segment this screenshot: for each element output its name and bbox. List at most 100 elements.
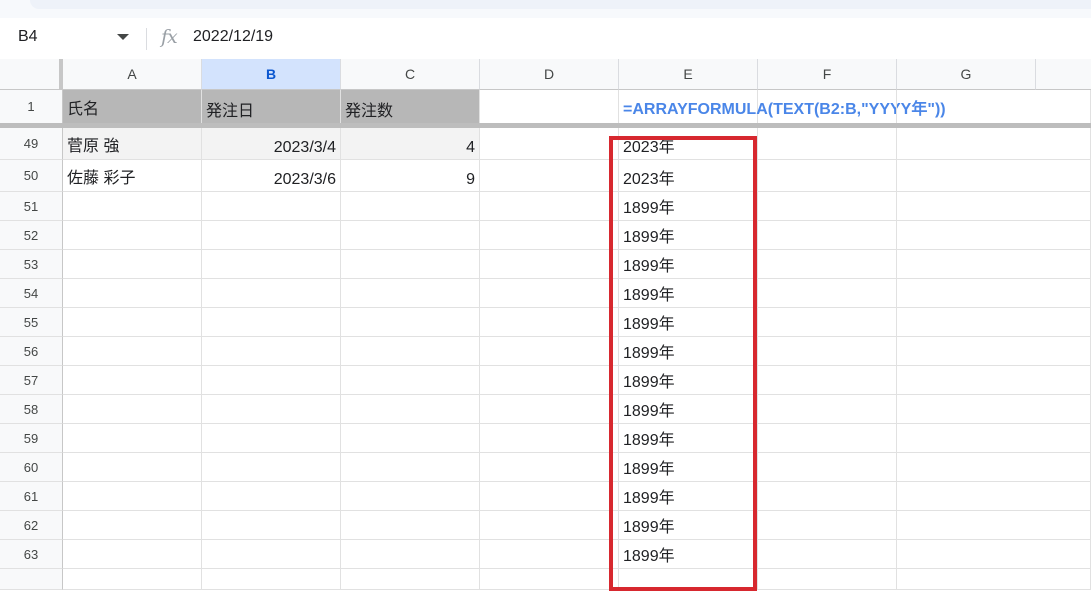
- cell-f[interactable]: [758, 221, 897, 250]
- cell-d[interactable]: [480, 453, 619, 482]
- row-header[interactable]: 55: [0, 308, 63, 337]
- cell-b[interactable]: 2023/3/4: [202, 128, 341, 160]
- cell-a[interactable]: 菅原 強: [63, 128, 202, 160]
- cell-partial[interactable]: [758, 569, 897, 590]
- row-header[interactable]: 61: [0, 482, 63, 511]
- cell-g[interactable]: [897, 540, 1091, 569]
- header-cell-f[interactable]: [758, 90, 897, 124]
- column-header-a[interactable]: A: [63, 59, 202, 90]
- row-header[interactable]: 58: [0, 395, 63, 424]
- row-header[interactable]: 59: [0, 424, 63, 453]
- cell-c[interactable]: [341, 250, 480, 279]
- column-header-d[interactable]: D: [480, 59, 619, 90]
- column-header-g[interactable]: G: [897, 59, 1036, 90]
- column-header-overflow[interactable]: [1036, 59, 1091, 90]
- name-box[interactable]: B4: [18, 28, 38, 46]
- row-header[interactable]: 51: [0, 192, 63, 221]
- cell-c[interactable]: [341, 453, 480, 482]
- cell-a[interactable]: [63, 192, 202, 221]
- cell-a[interactable]: [63, 337, 202, 366]
- header-cell-b[interactable]: 発注日: [202, 90, 341, 124]
- cell-f[interactable]: [758, 308, 897, 337]
- cell-g[interactable]: [897, 160, 1091, 192]
- cell-b[interactable]: [202, 221, 341, 250]
- cell-a[interactable]: [63, 221, 202, 250]
- cell-b[interactable]: [202, 540, 341, 569]
- row-header[interactable]: 52: [0, 221, 63, 250]
- cell-f[interactable]: [758, 424, 897, 453]
- row-header[interactable]: 53: [0, 250, 63, 279]
- cell-g[interactable]: [897, 250, 1091, 279]
- row-header[interactable]: 62: [0, 511, 63, 540]
- cell-c[interactable]: 4: [341, 128, 480, 160]
- cell-e[interactable]: 1899年: [619, 366, 758, 395]
- cell-g[interactable]: [897, 221, 1091, 250]
- cell-c[interactable]: [341, 540, 480, 569]
- row-header-partial[interactable]: [0, 569, 63, 590]
- row-header[interactable]: 63: [0, 540, 63, 569]
- cell-b[interactable]: [202, 482, 341, 511]
- cell-d[interactable]: [480, 250, 619, 279]
- cell-b[interactable]: [202, 279, 341, 308]
- select-all-corner[interactable]: [0, 59, 63, 90]
- cell-g[interactable]: [897, 366, 1091, 395]
- cell-f[interactable]: [758, 366, 897, 395]
- cell-f[interactable]: [758, 337, 897, 366]
- cell-e[interactable]: 1899年: [619, 453, 758, 482]
- cell-a[interactable]: [63, 308, 202, 337]
- cell-c[interactable]: [341, 482, 480, 511]
- header-cell-c[interactable]: 発注数: [341, 90, 480, 124]
- column-header-c[interactable]: C: [341, 59, 480, 90]
- cell-b[interactable]: [202, 511, 341, 540]
- cell-a[interactable]: [63, 453, 202, 482]
- cell-c[interactable]: [341, 308, 480, 337]
- cell-f[interactable]: [758, 540, 897, 569]
- row-header[interactable]: 54: [0, 279, 63, 308]
- cell-b[interactable]: [202, 453, 341, 482]
- row-header[interactable]: 49: [0, 128, 63, 160]
- row-header[interactable]: 1: [0, 90, 63, 124]
- header-cell-d[interactable]: [480, 90, 619, 124]
- cell-g[interactable]: [897, 308, 1091, 337]
- cell-a[interactable]: [63, 511, 202, 540]
- cell-d[interactable]: [480, 395, 619, 424]
- cell-b[interactable]: [202, 424, 341, 453]
- cell-c[interactable]: [341, 337, 480, 366]
- cell-b[interactable]: [202, 192, 341, 221]
- cell-f[interactable]: [758, 250, 897, 279]
- column-header-e[interactable]: E: [619, 59, 758, 90]
- cell-c[interactable]: [341, 366, 480, 395]
- cell-d[interactable]: [480, 221, 619, 250]
- cell-c[interactable]: 9: [341, 160, 480, 192]
- cell-a[interactable]: [63, 395, 202, 424]
- cell-g[interactable]: [897, 128, 1091, 160]
- cell-a[interactable]: [63, 279, 202, 308]
- cell-a[interactable]: [63, 540, 202, 569]
- cell-f[interactable]: [758, 128, 897, 160]
- cell-e[interactable]: 1899年: [619, 482, 758, 511]
- formula-cell[interactable]: =ARRAYFORMULA(TEXT(B2:B,"YYYY年")): [619, 90, 946, 124]
- cell-f[interactable]: [758, 511, 897, 540]
- cell-e[interactable]: 2023年: [619, 128, 758, 160]
- cell-g[interactable]: [897, 453, 1091, 482]
- cell-d[interactable]: [480, 337, 619, 366]
- cell-c[interactable]: [341, 511, 480, 540]
- cell-d[interactable]: [480, 424, 619, 453]
- column-header-b[interactable]: B: [202, 59, 341, 90]
- cell-a[interactable]: [63, 250, 202, 279]
- cell-c[interactable]: [341, 395, 480, 424]
- header-cell-g[interactable]: [897, 90, 1091, 124]
- cell-f[interactable]: [758, 160, 897, 192]
- cell-d[interactable]: [480, 128, 619, 160]
- cell-partial[interactable]: [341, 569, 480, 590]
- cell-b[interactable]: [202, 395, 341, 424]
- cell-f[interactable]: [758, 395, 897, 424]
- cell-d[interactable]: [480, 540, 619, 569]
- cell-partial[interactable]: [202, 569, 341, 590]
- cell-c[interactable]: [341, 279, 480, 308]
- cell-d[interactable]: [480, 511, 619, 540]
- cell-g[interactable]: [897, 424, 1091, 453]
- cell-d[interactable]: [480, 192, 619, 221]
- cell-g[interactable]: [897, 337, 1091, 366]
- cell-b[interactable]: [202, 308, 341, 337]
